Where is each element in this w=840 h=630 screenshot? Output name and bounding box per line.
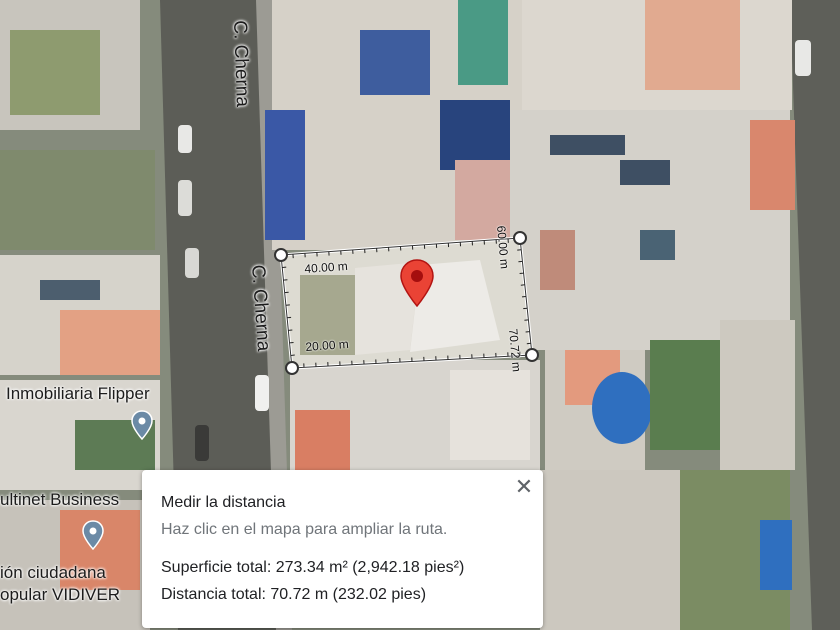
location-pin-icon[interactable]	[81, 520, 105, 550]
building	[720, 320, 795, 470]
garden	[650, 340, 730, 450]
car	[185, 248, 199, 278]
panel-title: Medir la distancia	[161, 494, 286, 511]
building-roof	[60, 310, 160, 375]
pool	[458, 0, 508, 85]
poi-label-ultinet-business[interactable]: ultinet Business	[0, 490, 119, 510]
building-roof	[750, 120, 795, 210]
poi-label-popular-vidiver[interactable]: opular VIDIVER	[0, 585, 120, 605]
car	[255, 375, 269, 411]
building	[450, 370, 530, 460]
solar-panels	[640, 230, 675, 260]
measure-vertex[interactable]	[512, 230, 527, 245]
total-distance: Distancia total: 70.72 m (232.02 pies)	[161, 586, 427, 603]
solar-panels	[620, 160, 670, 185]
pool	[592, 372, 652, 444]
red-map-pin-icon[interactable]	[398, 258, 436, 308]
blue-roof	[440, 100, 510, 170]
measure-vertex[interactable]	[273, 247, 288, 262]
poi-label-ion-ciudadana[interactable]: ión ciudadana	[0, 563, 106, 583]
building-roof	[645, 0, 740, 90]
street-label-c-cherna-top: C. Cherna	[229, 20, 254, 108]
poi-label-inmobiliaria-flipper[interactable]: Inmobiliaria Flipper	[6, 384, 150, 404]
building-roof	[540, 230, 575, 290]
measure-distance-panel: Medir la distancia Haz clic en el mapa p…	[142, 470, 543, 628]
total-area: Superficie total: 273.34 m² (2,942.18 pi…	[161, 559, 465, 576]
close-icon[interactable]: ✕	[511, 474, 537, 500]
blue-roof	[265, 110, 305, 240]
measure-vertex[interactable]	[524, 347, 539, 362]
location-pin-icon[interactable]	[130, 410, 154, 440]
solar-panels	[550, 135, 625, 155]
yard	[10, 30, 100, 115]
car	[795, 40, 811, 76]
building-roof	[295, 410, 350, 470]
yard	[0, 150, 155, 250]
pool	[760, 520, 792, 590]
building	[540, 470, 680, 630]
car	[178, 180, 192, 216]
blue-roof	[360, 30, 430, 95]
measure-vertex[interactable]	[284, 360, 299, 375]
solar-panels	[40, 280, 100, 300]
panel-hint: Haz clic en el mapa para ampliar la ruta…	[161, 521, 448, 538]
car	[195, 425, 209, 461]
car	[178, 125, 192, 153]
